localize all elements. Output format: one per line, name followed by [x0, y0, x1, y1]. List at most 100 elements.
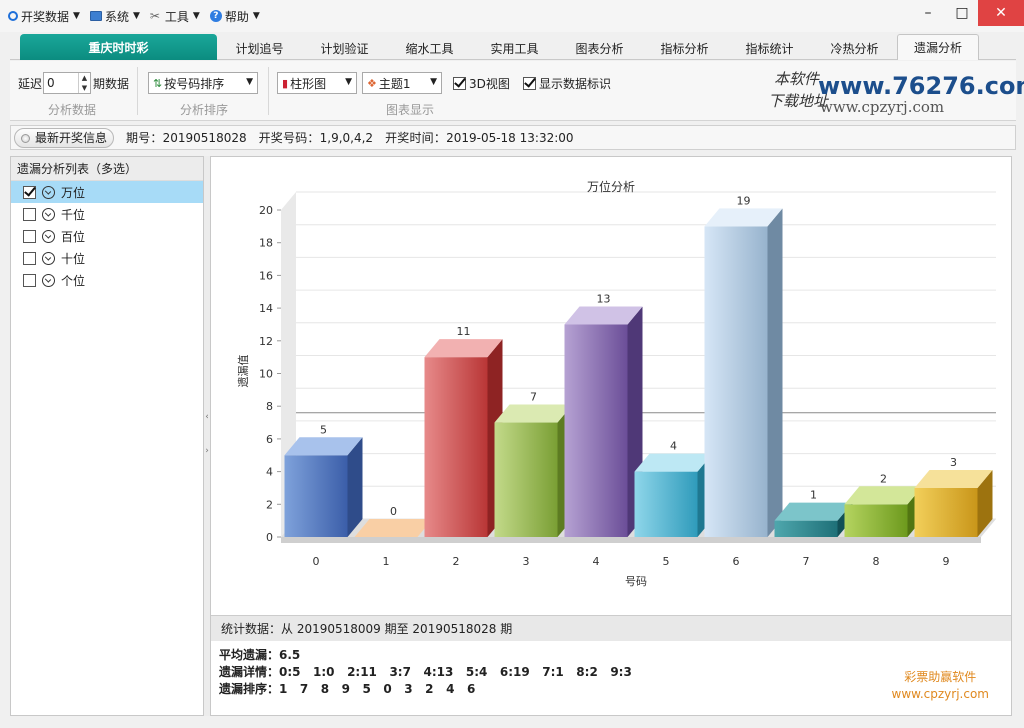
bar: [844, 504, 908, 537]
bar: [424, 357, 488, 537]
checkbox-checked-icon[interactable]: [23, 185, 36, 199]
y-tick-label: 18: [259, 237, 273, 250]
data-label: 13: [597, 292, 611, 305]
issue-value: 20190518028: [162, 130, 247, 145]
circle-icon: [8, 11, 18, 21]
stats-average: 平均遗漏：6.5: [219, 648, 301, 662]
tab-indicator-analysis[interactable]: 指标分析: [642, 36, 727, 60]
tab-chart-analysis[interactable]: 图表分析: [557, 36, 642, 60]
analysis-panel: 0 2 4 6 8 10 12 14 16 18 20 5 0 0 1 11 2 7 3 13 4 4 5 19 6 1 7 2 8 3 9…: [210, 156, 1012, 716]
menu-system-label: 系统: [104, 9, 129, 24]
menu-tools[interactable]: ✂ 工具 ▼: [150, 8, 200, 25]
theme-value: 主题1: [378, 76, 411, 91]
latest-draw-button[interactable]: 最新开奖信息: [14, 127, 115, 148]
list-item-wan[interactable]: 万位: [11, 181, 203, 203]
tab-plan-verify[interactable]: 计划验证: [302, 36, 387, 60]
checkbox-icon[interactable]: [23, 207, 36, 221]
time-label: 开奖时间：: [385, 131, 447, 145]
sort-icon: ⇅: [153, 76, 163, 90]
list-item-qian[interactable]: 千位: [11, 203, 203, 225]
bar-chart-icon: ▮: [282, 76, 289, 90]
latest-draw-button-label: 最新开奖信息: [35, 131, 108, 145]
theme-icon: ❖: [367, 76, 377, 90]
bar: [564, 324, 628, 537]
tab-util-tool[interactable]: 实用工具: [472, 36, 557, 60]
clock-icon: [42, 273, 55, 287]
close-button[interactable]: ✕: [978, 0, 1024, 26]
delay-spinner[interactable]: 0 ▲ ▼: [43, 72, 91, 94]
chevron-down-icon: ▼: [430, 77, 437, 87]
signature-url: www.cpzyrj.com: [891, 687, 989, 701]
tab-cqssc[interactable]: 重庆时时彩: [20, 34, 217, 60]
data-label: 11: [457, 325, 471, 338]
x-tick-label: 9: [943, 555, 950, 568]
list-item-bai[interactable]: 百位: [11, 225, 203, 247]
clock-icon: [42, 229, 55, 243]
menu-help-label: 帮助: [224, 9, 249, 24]
x-tick-label: 4: [593, 555, 600, 568]
tab-reduce-tool[interactable]: 缩水工具: [387, 36, 472, 60]
bar: [914, 487, 978, 537]
maximize-button[interactable]: □: [946, 0, 978, 26]
watermark: 本软件 下载地址 www.76276.com www.cpzyrj.com: [760, 68, 1024, 124]
chevron-down-icon: ▼: [252, 11, 260, 21]
checkbox-checked-icon[interactable]: [453, 77, 466, 90]
show-labels-checkbox[interactable]: 显示数据标识: [523, 75, 611, 92]
list-item-ge[interactable]: 个位: [11, 269, 203, 291]
sort-combo-value: 按号码排序: [164, 76, 225, 91]
x-tick-label: 2: [453, 555, 460, 568]
checkbox-icon[interactable]: [23, 251, 36, 265]
data-label: 4: [670, 440, 677, 453]
menu-system[interactable]: 系统 ▼: [89, 8, 140, 25]
delay-label: 延迟: [18, 77, 43, 91]
tab-omission-analysis[interactable]: 遗漏分析: [897, 34, 979, 60]
stats-header: 统计数据：从 20190518009 期至 20190518028 期: [211, 615, 1011, 641]
draw-label: 开奖号码：: [258, 131, 320, 145]
list-item-label: 万位: [61, 185, 86, 200]
clock-icon: [42, 207, 55, 221]
checkbox-checked-icon[interactable]: [523, 77, 536, 90]
list-item-label: 个位: [61, 273, 86, 288]
group-chart-display-label: 图表显示: [385, 103, 434, 117]
menu-draw-data[interactable]: 开奖数据 ▼: [8, 8, 80, 25]
chevron-down-icon: ▼: [345, 77, 352, 87]
chart-title: 万位分析: [587, 179, 635, 194]
omission-list-title: 遗漏分析列表（多选）: [11, 157, 203, 181]
period-label: 期数据: [93, 77, 130, 91]
x-axis-label: 号码: [625, 575, 647, 588]
view3d-checkbox[interactable]: 3D视图: [453, 75, 510, 92]
spinner-arrows-icon[interactable]: ▲ ▼: [78, 73, 90, 93]
x-tick-label: 0: [313, 555, 320, 568]
omission-list-panel: 遗漏分析列表（多选） 万位 千位 百位 十位 个位: [10, 156, 204, 716]
theme-combo[interactable]: ❖ 主题1 ▼: [362, 72, 442, 94]
checkbox-icon[interactable]: [23, 273, 36, 287]
chevron-down-icon: ▼: [132, 11, 140, 21]
tools-icon: ✂: [149, 9, 160, 23]
tab-hotcold-analysis[interactable]: 冷热分析: [812, 36, 897, 60]
bar: [774, 520, 838, 537]
data-label: 7: [530, 391, 537, 404]
data-label: 0: [390, 505, 397, 518]
sort-combo[interactable]: ⇅ 按号码排序 ▼: [148, 72, 258, 94]
minimize-button[interactable]: –: [912, 0, 944, 26]
list-item-label: 千位: [61, 207, 86, 222]
bar: [634, 471, 698, 537]
group-analysis-data-label: 分析数据: [47, 103, 96, 117]
tab-indicator-stats[interactable]: 指标统计: [727, 36, 812, 60]
checkbox-icon[interactable]: [23, 229, 36, 243]
x-tick-label: 1: [383, 555, 390, 568]
data-label: 19: [737, 194, 751, 207]
divider: [137, 67, 138, 115]
list-item-shi[interactable]: 十位: [11, 247, 203, 269]
chevron-down-icon: ▼: [192, 11, 200, 21]
chart-type-combo[interactable]: ▮ 柱形图 ▼: [277, 72, 357, 94]
watermark-url: www.76276.com: [818, 72, 1024, 100]
tab-plan-chase[interactable]: 计划追号: [217, 36, 302, 60]
tab-bar: 重庆时时彩 计划追号 计划验证 缩水工具 实用工具 图表分析 指标分析 指标统计…: [10, 34, 1016, 60]
help-icon: ?: [209, 10, 222, 22]
bar: [284, 455, 348, 537]
menu-help[interactable]: ? 帮助 ▼: [209, 8, 260, 25]
stats-body: 平均遗漏：6.5 遗漏详情：0:5 1:0 2:11 3:7 4:13 5:4 …: [219, 647, 632, 698]
signature-name: 彩票助赢软件: [904, 670, 977, 684]
monitor-icon: [89, 11, 102, 21]
